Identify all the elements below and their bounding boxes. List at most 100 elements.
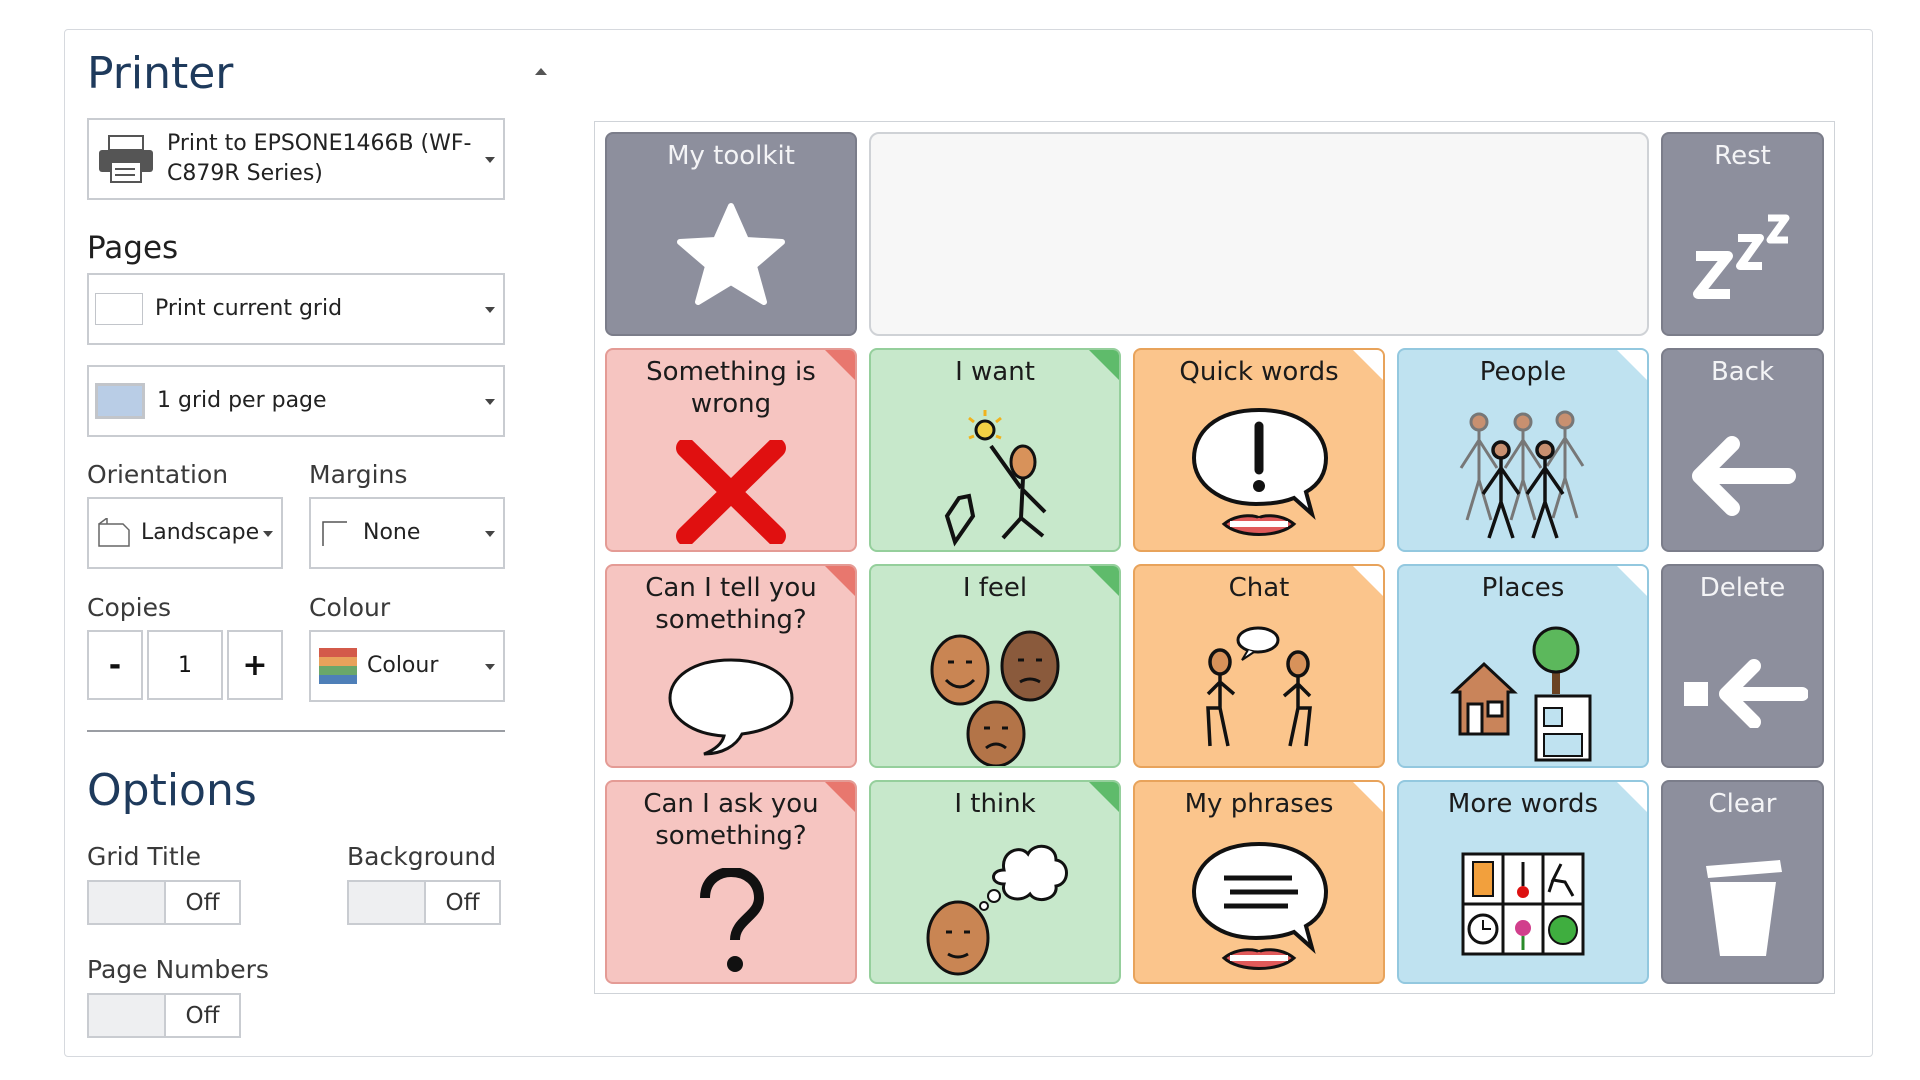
printer-select[interactable]: Print to EPSONE1466B (WF- C879R Series) [87,118,505,200]
pages-heading: Pages [87,230,179,266]
thinking-face-icon [926,844,1068,976]
cell-label: Can I tell you something? [645,573,817,635]
people-group-icon [1459,410,1585,539]
copies-increment-button[interactable]: + [227,630,283,700]
people-cell[interactable]: People [1397,348,1649,552]
cell-label: Something is wrong [646,357,816,419]
page-range-value: Print current grid [155,296,343,321]
delete-cell[interactable]: Delete [1661,564,1824,768]
delete-arrow-icon [1683,659,1808,728]
cell-label: Places [1481,573,1565,603]
page-numbers-toggle[interactable]: Off [87,993,241,1038]
chevron-down-icon [485,307,495,313]
cell-label: People [1479,357,1567,387]
print-dialog: Printer Print to EPSONE1466B (WF- C879R … [64,29,1873,1057]
can-i-ask-you-cell[interactable]: Can I ask you something? [605,780,857,984]
cell-label: I want [955,357,1035,387]
chevron-down-icon [485,157,495,163]
background-toggle[interactable]: Off [347,880,501,925]
grid-preview: My toolkit Rest Something is wrong I wan [594,121,1835,994]
faces-feelings-icon [930,630,1060,766]
something-is-wrong-cell[interactable]: Something is wrong [605,348,857,552]
orientation-label: Orientation [87,460,229,489]
word-grid-icon [1461,852,1585,956]
can-i-tell-you-cell[interactable]: Can I tell you something? [605,564,857,768]
margins-value: None [363,520,421,545]
grid-title-toggle[interactable]: Off [87,880,241,925]
grid-title-state: Off [185,889,220,916]
chevron-down-icon [263,531,273,537]
cell-label: I think [954,789,1036,819]
landscape-page-icon [98,518,130,547]
toggle-knob [89,995,166,1036]
orientation-value: Landscape [141,520,260,545]
grid-layout-icon [95,383,145,419]
chevron-down-icon [485,664,495,670]
copies-input[interactable]: 1 [147,630,223,700]
red-cross-icon [676,440,786,544]
toggle-knob [89,882,166,923]
clear-cell[interactable]: Clear [1661,780,1824,984]
copies-decrement-button[interactable]: - [87,630,143,700]
print-settings-panel: Printer Print to EPSONE1466B (WF- C879R … [65,30,605,1056]
colour-label: Colour [309,593,391,622]
cell-label: Delete [1699,573,1786,603]
rest-cell[interactable]: Rest [1661,132,1824,336]
grid-title-label: Grid Title [87,842,201,871]
copies-label: Copies [87,593,171,622]
margin-icon [322,521,347,546]
options-heading: Options [87,765,257,816]
chat-cell[interactable]: Chat [1133,564,1385,768]
speech-exclamation-icon [1191,407,1329,536]
background-label: Background [347,842,497,871]
colour-select[interactable]: Colour [309,630,505,702]
page-range-select[interactable]: Print current grid [87,273,505,345]
sleep-zzz-icon [1692,214,1789,299]
chat-people-icon [1206,626,1312,747]
cell-label: I feel [962,573,1028,603]
grids-per-page-value: 1 grid per page [157,388,327,413]
background-state: Off [445,889,480,916]
places-cell[interactable]: Places [1397,564,1649,768]
places-house-tree-icon [1450,626,1592,762]
colour-swatch-icon [319,648,357,684]
cell-label: Clear [1708,789,1777,819]
cell-label: More words [1447,789,1599,819]
cell-label: Quick words [1179,357,1339,387]
cell-label: My toolkit [667,141,795,171]
divider [87,730,505,732]
margins-select[interactable]: None [309,497,505,569]
i-think-cell[interactable]: I think [869,780,1121,984]
cell-label: Rest [1714,141,1771,171]
back-cell[interactable]: Back [1661,348,1824,552]
grids-per-page-select[interactable]: 1 grid per page [87,365,505,437]
speech-bubble-icon [668,658,794,756]
cell-label: My phrases [1184,789,1334,819]
message-bar[interactable] [869,132,1649,336]
my-phrases-cell[interactable]: My phrases [1133,780,1385,984]
speech-text-icon [1191,841,1329,970]
cell-label: Can I ask you something? [643,789,819,851]
printer-name-line2: C879R Series) [167,161,323,186]
cell-label: Chat [1228,573,1290,603]
back-arrow-icon [1691,436,1796,516]
trash-bin-icon [1705,860,1782,956]
i-want-symbol-icon [944,410,1047,547]
question-mark-icon [700,868,765,972]
page-numbers-state: Off [185,1002,220,1029]
quick-words-cell[interactable]: Quick words [1133,348,1385,552]
my-toolkit-cell[interactable]: My toolkit [605,132,857,336]
chevron-down-icon [485,399,495,405]
printer-heading: Printer [87,48,234,99]
orientation-select[interactable]: Landscape [87,497,283,569]
page-blank-icon [95,293,143,325]
collapse-icon[interactable] [535,68,547,75]
i-feel-cell[interactable]: I feel [869,564,1121,768]
colour-value: Colour [367,653,439,678]
chevron-down-icon [485,531,495,537]
star-icon [677,203,785,305]
more-words-cell[interactable]: More words [1397,780,1649,984]
printer-name-line1: Print to EPSONE1466B (WF- [167,131,472,156]
margins-label: Margins [309,460,408,489]
i-want-cell[interactable]: I want [869,348,1121,552]
